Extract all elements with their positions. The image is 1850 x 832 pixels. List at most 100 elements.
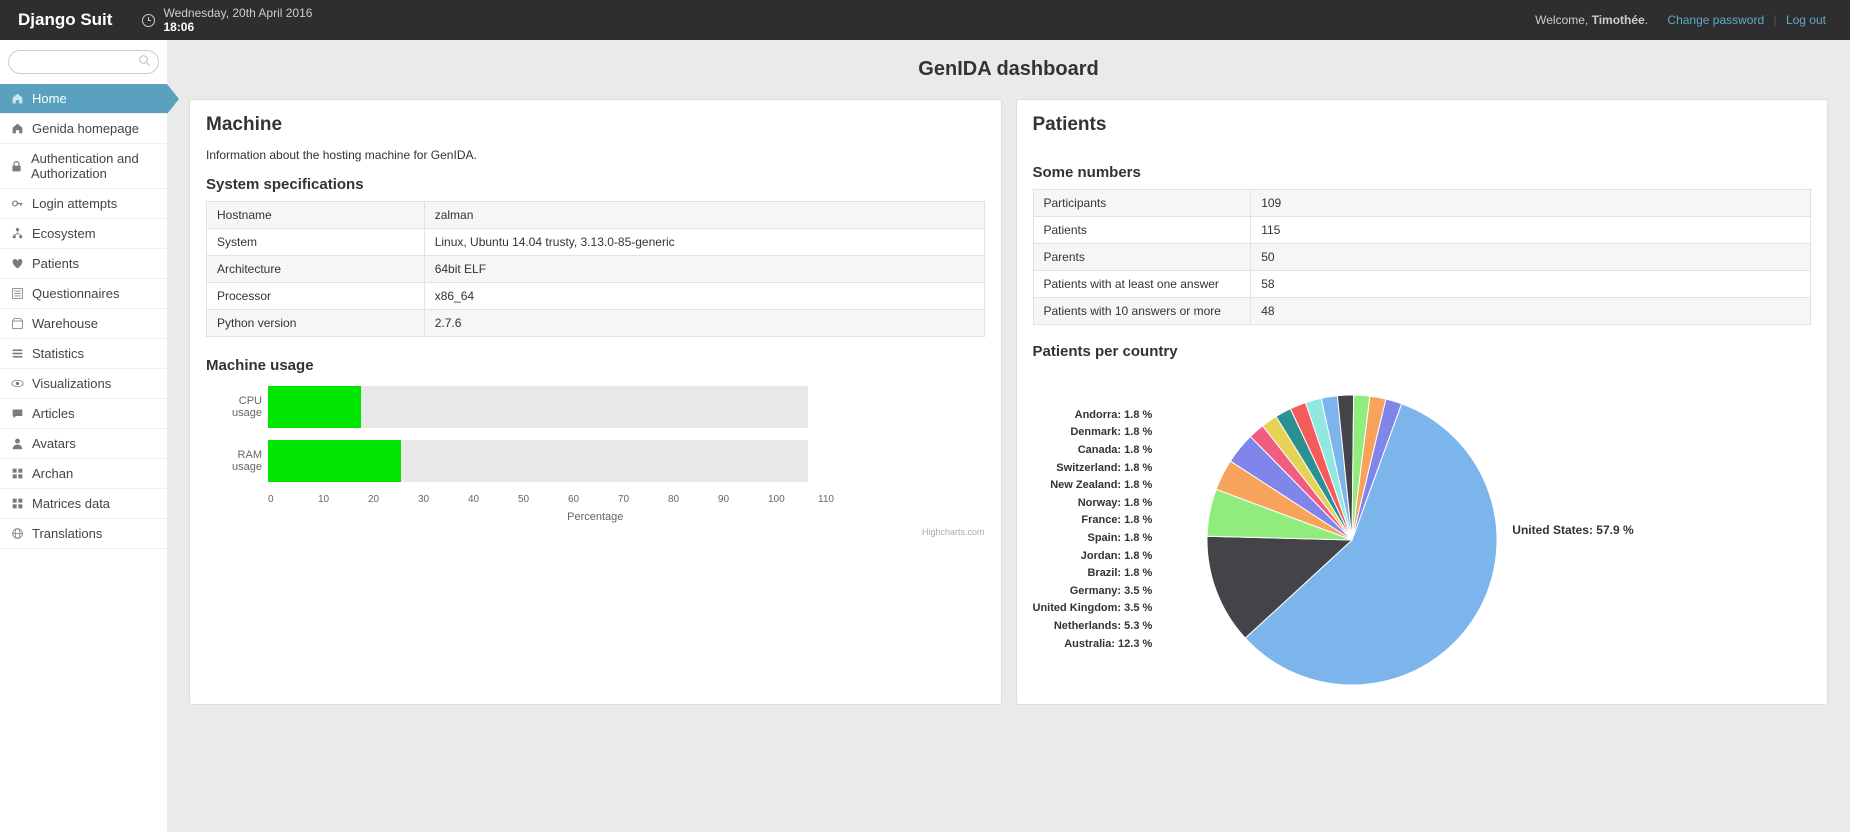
axis-tick: 50 xyxy=(518,494,568,505)
username: Timothée xyxy=(1592,13,1645,27)
lock-icon xyxy=(10,159,23,173)
tree-icon xyxy=(10,227,24,241)
time-text: 18:06 xyxy=(163,20,312,34)
axis-tick: 80 xyxy=(668,494,718,505)
page-title: GenIDA dashboard xyxy=(189,58,1828,81)
grid-icon xyxy=(10,497,24,511)
date-text: Wednesday, 20th April 2016 xyxy=(163,6,312,20)
globe-icon xyxy=(10,527,24,541)
table-row: Parents50 xyxy=(1033,244,1811,271)
sidebar-item-questionnaires[interactable]: Questionnaires xyxy=(0,279,167,308)
table-row: Architecture64bit ELF xyxy=(207,256,985,283)
sidebar-item-label: Questionnaires xyxy=(32,286,119,301)
bar-row: RAM usage xyxy=(206,440,985,482)
axis-tick: 110 xyxy=(818,494,868,505)
sidebar-item-label: Login attempts xyxy=(32,196,117,211)
datetime: Wednesday, 20th April 2016 18:06 xyxy=(163,6,312,35)
sidebar-item-articles[interactable]: Articles xyxy=(0,399,167,428)
number-key: Patients xyxy=(1033,217,1251,244)
sidebar-item-translations[interactable]: Translations xyxy=(0,519,167,548)
box-icon xyxy=(10,317,24,331)
pie-label: United Kingdom: 3.5 % xyxy=(1033,600,1153,618)
nav-list: Home Genida homepage Authentication and Au… xyxy=(0,84,167,549)
spec-key: System xyxy=(207,229,425,256)
change-password-link[interactable]: Change password xyxy=(1667,13,1764,27)
table-row: Python version2.7.6 xyxy=(207,310,985,337)
sidebar-item-ecosystem[interactable]: Ecosystem xyxy=(0,219,167,248)
pie-label: Brazil: 1.8 % xyxy=(1033,565,1153,583)
sidebar-item-authentication-and-authorization[interactable]: Authentication and Authorization xyxy=(0,144,167,188)
sidebar-item-matrices-data[interactable]: Matrices data xyxy=(0,489,167,518)
machine-panel: Machine Information about the hosting ma… xyxy=(189,99,1002,705)
search-input[interactable] xyxy=(8,50,159,74)
table-row: Processorx86_64 xyxy=(207,283,985,310)
usage-chart: CPU usage RAM usage xyxy=(206,386,985,482)
sidebar-item-patients[interactable]: Patients xyxy=(0,249,167,278)
table-row: Hostnamezalman xyxy=(207,202,985,229)
sidebar-item-label: Warehouse xyxy=(32,316,98,331)
bar-label: CPU usage xyxy=(206,395,268,419)
sidebar-item-label: Genida homepage xyxy=(32,121,139,136)
sidebar-item-label: Articles xyxy=(32,406,75,421)
chat-icon xyxy=(10,407,24,421)
pie-label: Switzerland: 1.8 % xyxy=(1033,460,1153,478)
sidebar: Home Genida homepage Authentication and Au… xyxy=(0,40,167,832)
sidebar-item-visualizations[interactable]: Visualizations xyxy=(0,369,167,398)
table-row: Participants109 xyxy=(1033,190,1811,217)
table-row: Patients with 10 answers or more48 xyxy=(1033,298,1811,325)
search-icon xyxy=(139,55,151,67)
number-value: 48 xyxy=(1251,298,1811,325)
pie-label: Andorra: 1.8 % xyxy=(1033,407,1153,425)
list-icon xyxy=(10,287,24,301)
spec-value: 64bit ELF xyxy=(424,256,984,283)
spec-key: Processor xyxy=(207,283,425,310)
sidebar-item-warehouse[interactable]: Warehouse xyxy=(0,309,167,338)
pie-label: New Zealand: 1.8 % xyxy=(1033,477,1153,495)
sidebar-item-archan[interactable]: Archan xyxy=(0,459,167,488)
sidebar-item-avatars[interactable]: Avatars xyxy=(0,429,167,458)
number-key: Participants xyxy=(1033,190,1251,217)
number-value: 115 xyxy=(1251,217,1811,244)
table-row: Patients with at least one answer58 xyxy=(1033,271,1811,298)
number-value: 109 xyxy=(1251,190,1811,217)
sidebar-item-genida-homepage[interactable]: Genida homepage xyxy=(0,114,167,143)
bar-track xyxy=(268,440,808,482)
main-content: GenIDA dashboard Machine Information abo… xyxy=(167,40,1850,832)
machine-subtitle: Information about the hosting machine fo… xyxy=(206,148,985,162)
pie-label: Australia: 12.3 % xyxy=(1033,636,1153,654)
sidebar-item-home[interactable]: Home xyxy=(0,84,167,113)
sidebar-item-label: Archan xyxy=(32,466,73,481)
grid-icon xyxy=(10,467,24,481)
axis-tick: 40 xyxy=(468,494,518,505)
axis-tick: 20 xyxy=(368,494,418,505)
axis-tick: 10 xyxy=(318,494,368,505)
pie-svg xyxy=(1152,370,1512,690)
axis-tick: 60 xyxy=(568,494,618,505)
sidebar-item-label: Patients xyxy=(32,256,79,271)
specs-table: HostnamezalmanSystemLinux, Ubuntu 14.04 … xyxy=(206,201,985,337)
pie-labels-left: Andorra: 1.8 %Denmark: 1.8 %Canada: 1.8 … xyxy=(1033,407,1153,653)
brand[interactable]: Django Suit xyxy=(18,10,112,30)
axis-tick: 30 xyxy=(418,494,468,505)
number-key: Patients with at least one answer xyxy=(1033,271,1251,298)
bar-fill xyxy=(268,386,361,428)
axis-tick: 0 xyxy=(268,494,318,505)
pie-label: Jordan: 1.8 % xyxy=(1033,548,1153,566)
sidebar-item-label: Statistics xyxy=(32,346,84,361)
usage-title: Machine usage xyxy=(206,357,985,374)
sidebar-item-label: Avatars xyxy=(32,436,76,451)
sidebar-item-label: Authentication and Authorization xyxy=(31,151,157,181)
sidebar-item-label: Visualizations xyxy=(32,376,111,391)
axis-tick: 70 xyxy=(618,494,668,505)
pie-title: Patients per country xyxy=(1033,343,1812,360)
logout-link[interactable]: Log out xyxy=(1786,13,1826,27)
spec-key: Hostname xyxy=(207,202,425,229)
specs-title: System specifications xyxy=(206,176,985,193)
heart-icon xyxy=(10,257,24,271)
home-icon xyxy=(10,92,24,106)
bars-icon xyxy=(10,347,24,361)
sidebar-item-label: Matrices data xyxy=(32,496,110,511)
pie-label: France: 1.8 % xyxy=(1033,512,1153,530)
sidebar-item-statistics[interactable]: Statistics xyxy=(0,339,167,368)
sidebar-item-login-attempts[interactable]: Login attempts xyxy=(0,189,167,218)
